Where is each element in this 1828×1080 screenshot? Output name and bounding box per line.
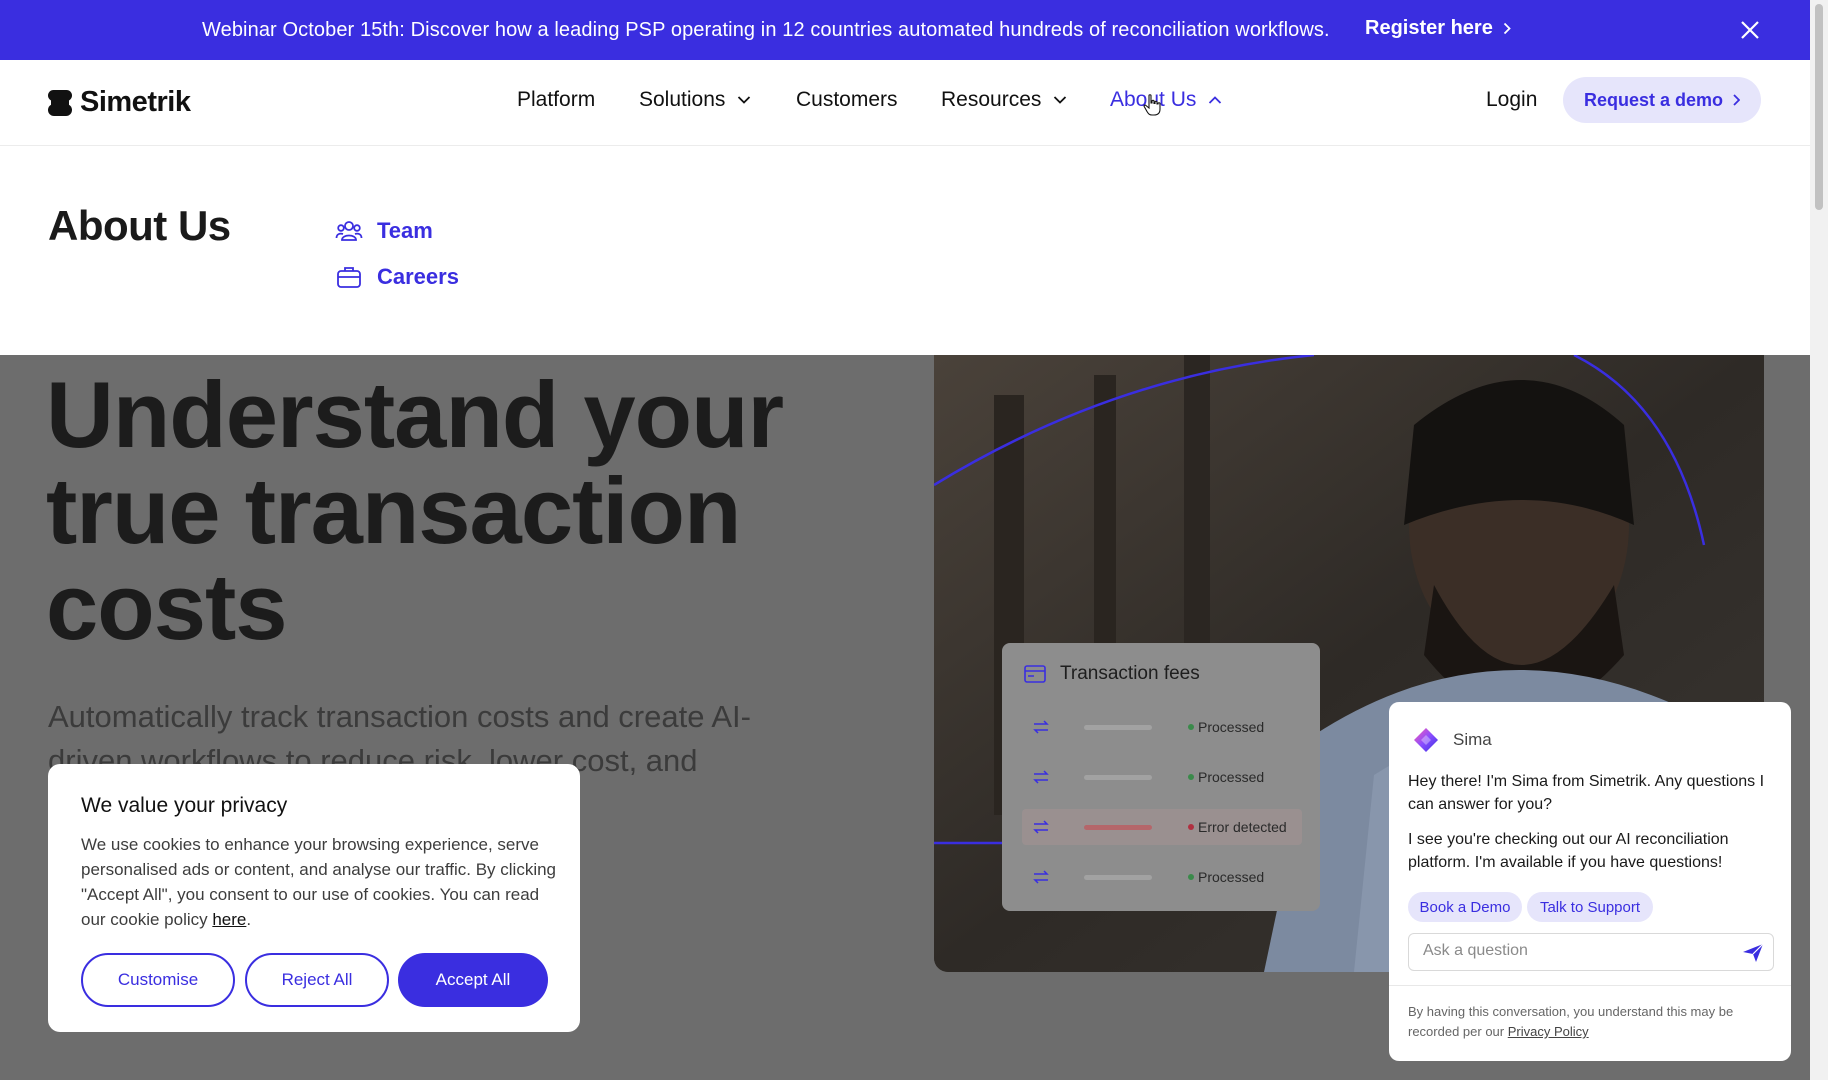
- team-icon: [335, 221, 363, 241]
- fees-row: Processed: [1022, 709, 1302, 745]
- scrollbar-thumb[interactable]: [1815, 4, 1823, 210]
- login-link[interactable]: Login: [1486, 88, 1537, 112]
- nav-solutions[interactable]: Solutions: [639, 88, 751, 112]
- announcement-bar: Webinar October 15th: Discover how a lea…: [0, 0, 1810, 60]
- cookie-title: We value your privacy: [81, 794, 288, 817]
- nav-customers[interactable]: Customers: [796, 88, 898, 112]
- hero-title: Understand your true transaction costs: [46, 362, 784, 659]
- menu-item-team-label: Team: [377, 218, 433, 243]
- swap-arrows-icon: [1033, 770, 1049, 784]
- about-us-dropdown: About Us Team Careers: [0, 146, 1810, 355]
- cookie-consent-banner: We value your privacy We use cookies to …: [48, 764, 580, 1032]
- menu-item-careers-label: Careers: [377, 264, 459, 289]
- chat-input-box: [1408, 933, 1774, 971]
- chevron-down-icon: [1054, 96, 1067, 104]
- brand-logo[interactable]: Simetrik: [48, 86, 191, 119]
- privacy-policy-link[interactable]: Privacy Policy: [1508, 1024, 1589, 1039]
- page-scrollbar[interactable]: [1810, 0, 1828, 1080]
- chevron-down-icon: [738, 96, 751, 104]
- dropdown-title: About Us: [48, 202, 231, 249]
- nav-platform[interactable]: Platform: [517, 88, 595, 112]
- request-demo-button[interactable]: Request a demo: [1563, 77, 1761, 123]
- register-link[interactable]: Register here: [1365, 17, 1511, 40]
- nav-platform-label: Platform: [517, 88, 596, 111]
- menu-item-team[interactable]: Team: [335, 217, 433, 245]
- transaction-fees-card: Transaction fees Processed Processed Err…: [1002, 643, 1320, 911]
- reject-all-button[interactable]: Reject All: [245, 953, 389, 1007]
- nav-about-us[interactable]: About Us: [1110, 88, 1222, 112]
- nav-solutions-label: Solutions: [639, 88, 726, 111]
- fees-row-status: Error detected: [1198, 819, 1287, 835]
- announcement-text: Webinar October 15th: Discover how a lea…: [202, 19, 1330, 41]
- chevron-right-icon: [1733, 94, 1741, 106]
- nav-resources-label: Resources: [941, 88, 1042, 111]
- customise-button[interactable]: Customise: [81, 953, 235, 1007]
- chat-header: Sima: [1413, 727, 1492, 753]
- nav-resources[interactable]: Resources: [941, 88, 1067, 112]
- nav-customers-label: Customers: [796, 88, 898, 111]
- fees-row-status: Processed: [1198, 769, 1265, 785]
- menu-item-careers[interactable]: Careers: [335, 263, 459, 291]
- hand-cursor-icon: [1143, 94, 1161, 116]
- brand-name: Simetrik: [80, 86, 191, 118]
- chat-message: Hey there! I'm Sima from Simetrik. Any q…: [1408, 773, 1765, 813]
- cookie-text: We use cookies to enhance your browsing …: [81, 835, 557, 929]
- register-link-label: Register here: [1365, 17, 1493, 39]
- fees-row: Processed: [1022, 759, 1302, 795]
- swap-arrows-icon: [1033, 870, 1049, 884]
- chevron-right-icon: [1503, 22, 1511, 35]
- card-icon: [1024, 665, 1046, 683]
- close-icon[interactable]: [1738, 18, 1762, 42]
- talk-support-chip[interactable]: Talk to Support: [1527, 892, 1653, 922]
- cookie-body-text: We use cookies to enhance your browsing …: [81, 835, 557, 929]
- swap-arrows-icon: [1033, 820, 1049, 834]
- accept-all-button[interactable]: Accept All: [398, 953, 548, 1007]
- chevron-up-icon: [1209, 96, 1222, 104]
- fees-row-error: Error detected: [1022, 809, 1302, 845]
- site-header: Simetrik Platform Solutions Customers Re…: [0, 60, 1810, 146]
- book-demo-chip[interactable]: Book a Demo: [1408, 892, 1522, 922]
- briefcase-icon: [337, 267, 361, 288]
- fees-row-status: Processed: [1198, 719, 1265, 735]
- sima-logo-icon: [1414, 728, 1438, 752]
- chat-widget: Sima Hey there! I'm Sima from Simetrik. …: [1389, 702, 1791, 1061]
- request-demo-label: Request a demo: [1583, 89, 1724, 110]
- swap-arrows-icon: [1033, 720, 1049, 734]
- simetrik-logo-icon: [48, 89, 72, 116]
- chat-agent-name: Sima: [1453, 730, 1492, 749]
- chat-divider: [1389, 985, 1791, 986]
- fees-row-status: Processed: [1198, 869, 1265, 885]
- chat-message: I see you're checking out our AI reconci…: [1408, 831, 1729, 871]
- chat-question-input[interactable]: [1423, 942, 1723, 960]
- cookie-policy-link[interactable]: here: [212, 910, 246, 929]
- fees-row: Processed: [1022, 859, 1302, 895]
- send-icon[interactable]: [1742, 943, 1764, 963]
- chat-disclaimer: By having this conversation, you underst…: [1408, 1002, 1778, 1042]
- fees-card-title: Transaction fees: [1060, 663, 1200, 684]
